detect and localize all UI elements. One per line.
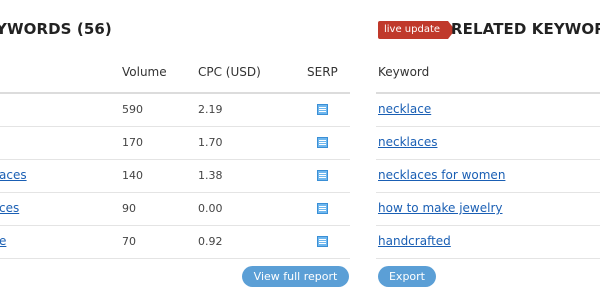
serp-icon[interactable] (317, 137, 328, 148)
related-keyword-link[interactable]: how to make jewelry (378, 201, 502, 215)
related-keyword-link[interactable]: necklaces (378, 135, 437, 149)
view-full-report-button[interactable]: View full report (242, 266, 349, 287)
row-2-volume: 170 (122, 136, 143, 149)
related-keywords-title: RELATED KEYWORD (451, 20, 600, 38)
row-divider (376, 225, 600, 226)
keyword-column-header[interactable]: Keyword (378, 65, 429, 79)
row-divider (0, 225, 350, 226)
left-header-divider (0, 92, 350, 94)
related-keyword-link[interactable]: necklace (378, 102, 431, 116)
row-5-keyword-link[interactable]: e (0, 234, 6, 248)
organic-keywords-title: YWORDS (56) (0, 20, 112, 38)
row-5-cpc: 0.92 (198, 235, 223, 248)
serp-icon[interactable] (317, 104, 328, 115)
row-divider (0, 258, 350, 259)
export-button[interactable]: Export (378, 266, 436, 287)
row-1-volume: 590 (122, 103, 143, 116)
live-update-badge: live update (378, 21, 456, 39)
row-3-cpc: 1.38 (198, 169, 223, 182)
row-divider (376, 126, 600, 127)
row-5-volume: 70 (122, 235, 136, 248)
row-divider (0, 126, 350, 127)
row-divider (376, 258, 600, 259)
related-keyword-link[interactable]: necklaces for women (378, 168, 505, 182)
row-2-cpc: 1.70 (198, 136, 223, 149)
serp-icon[interactable] (317, 203, 328, 214)
row-4-keyword-link[interactable]: ces (0, 201, 19, 215)
row-3-keyword-link[interactable]: aces (0, 168, 27, 182)
row-4-volume: 90 (122, 202, 136, 215)
row-divider (376, 159, 600, 160)
row-divider (0, 192, 350, 193)
related-keyword-link[interactable]: handcrafted (378, 234, 451, 248)
row-divider (376, 192, 600, 193)
volume-column-header[interactable]: Volume (122, 65, 167, 79)
cpc-column-header[interactable]: CPC (USD) (198, 65, 261, 79)
row-divider (0, 159, 350, 160)
serp-icon[interactable] (317, 170, 328, 181)
serp-column-header: SERP (307, 65, 338, 79)
row-1-cpc: 2.19 (198, 103, 223, 116)
row-3-volume: 140 (122, 169, 143, 182)
right-header-divider (376, 92, 600, 94)
row-4-cpc: 0.00 (198, 202, 223, 215)
serp-icon[interactable] (317, 236, 328, 247)
